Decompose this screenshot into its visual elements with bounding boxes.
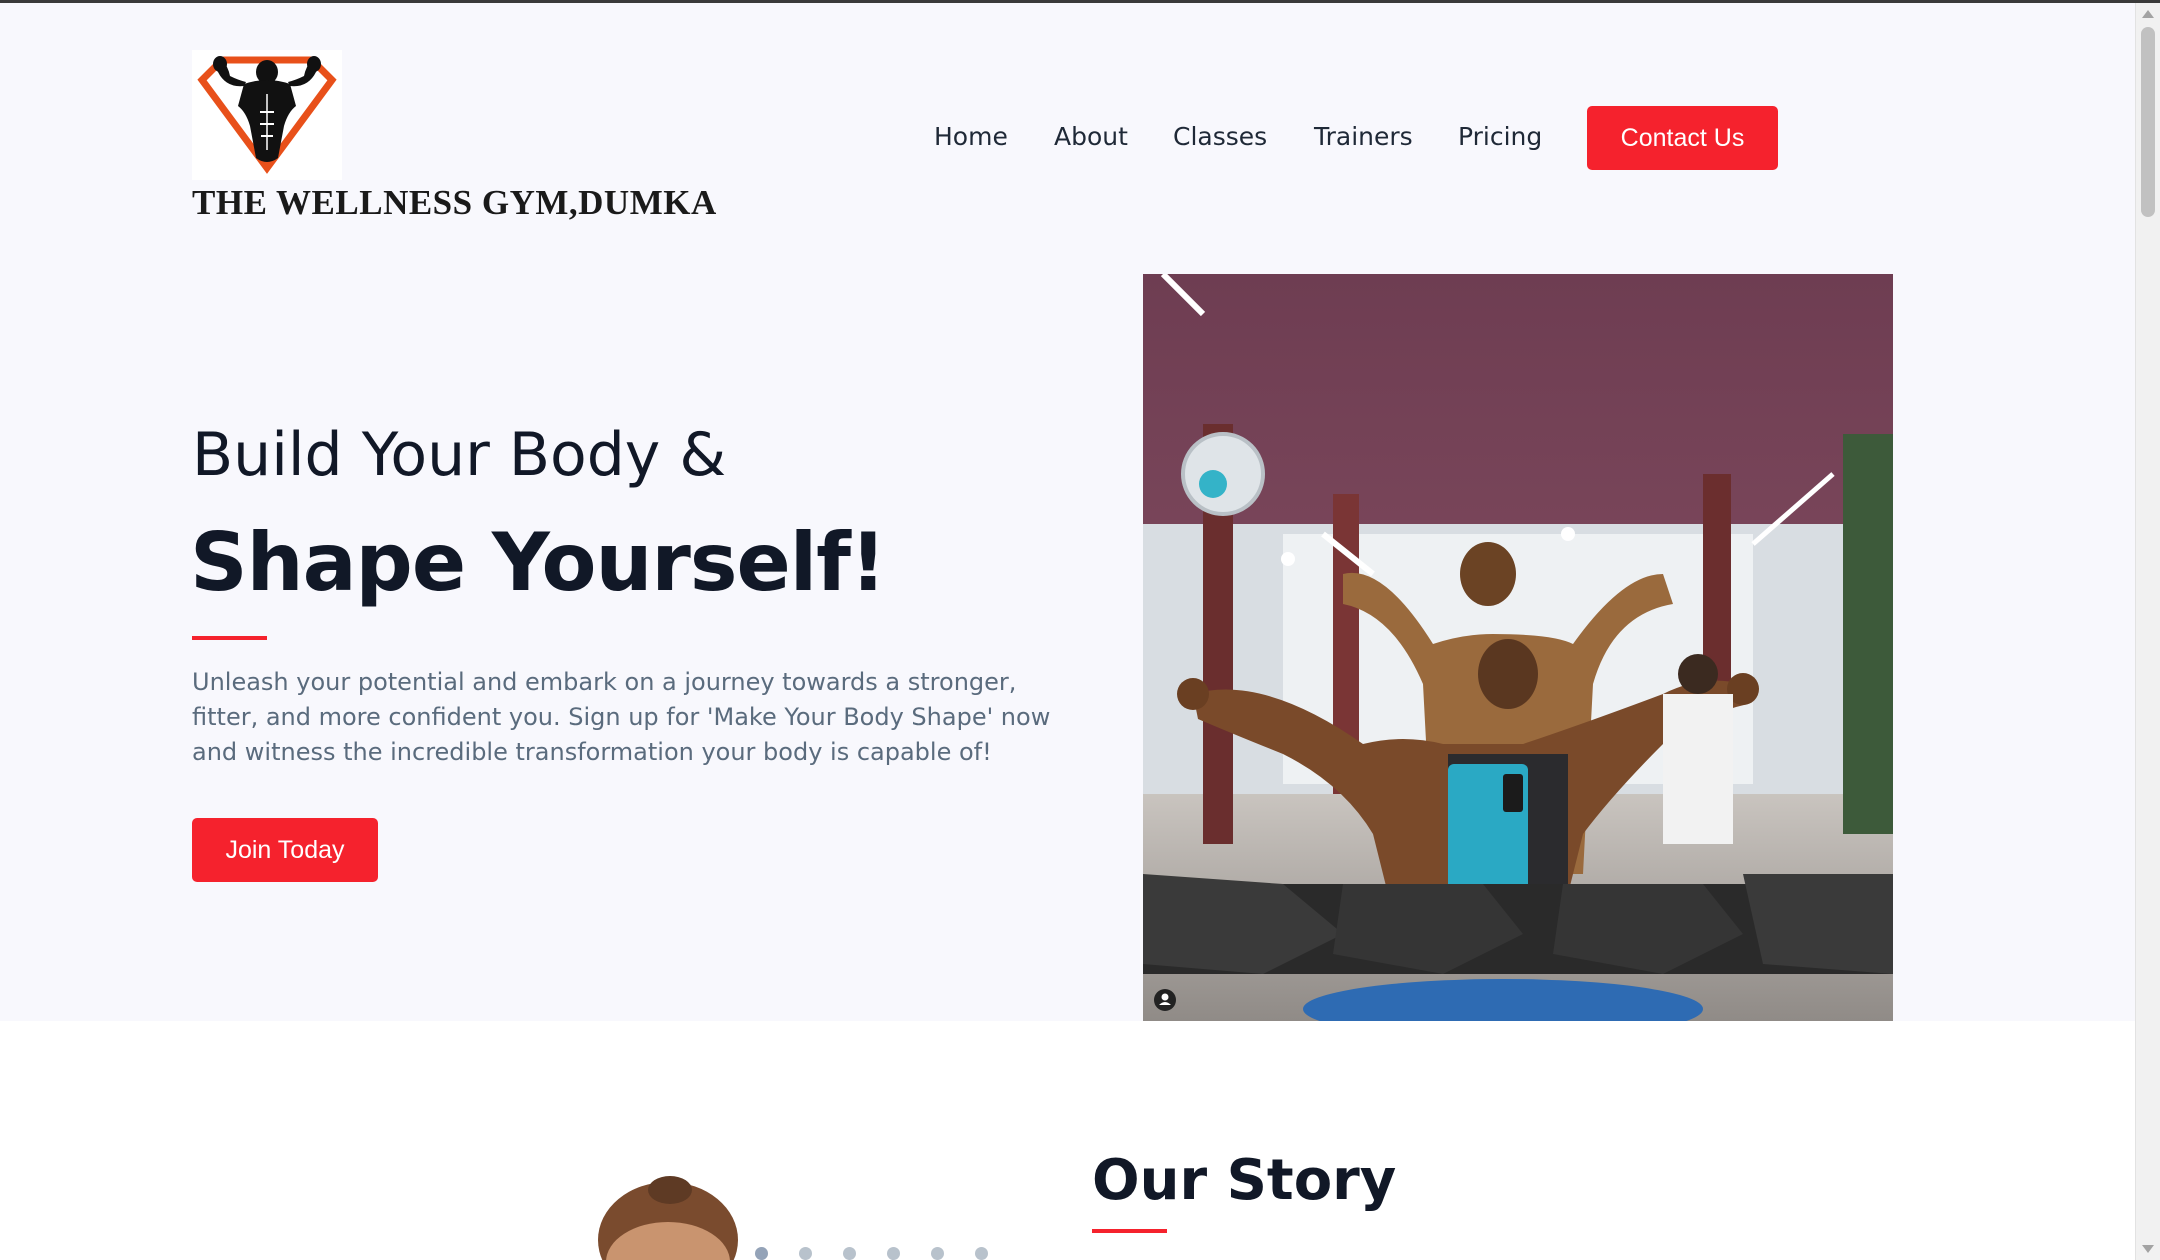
story-heading: Our Story xyxy=(1092,1148,1397,1213)
carousel-dot[interactable] xyxy=(887,1247,900,1260)
hero-description: Unleash your potential and embark on a j… xyxy=(192,668,1051,766)
hero-accent-rule xyxy=(192,636,267,640)
hero-heading: Shape Yourself! xyxy=(190,516,886,609)
gym-selfie-photo xyxy=(1143,274,1893,1021)
trainer-photo xyxy=(560,1170,780,1260)
hero-subheading: Build Your Body & xyxy=(192,420,727,490)
scroll-down-icon[interactable] xyxy=(2142,1245,2154,1253)
scroll-up-icon[interactable] xyxy=(2142,10,2154,18)
gym-logo[interactable] xyxy=(192,50,342,180)
carousel-dot[interactable] xyxy=(799,1247,812,1260)
nav-pricing[interactable]: Pricing xyxy=(1458,122,1542,151)
nav-about[interactable]: About xyxy=(1054,122,1128,151)
join-today-button[interactable]: Join Today xyxy=(192,818,378,882)
nav-trainers[interactable]: Trainers xyxy=(1314,122,1413,151)
brand-name: THE WELLNESS GYM,DUMKA xyxy=(192,183,717,222)
carousel-dot[interactable] xyxy=(755,1247,768,1260)
scroll-thumb[interactable] xyxy=(2141,27,2155,217)
carousel-dot[interactable] xyxy=(931,1247,944,1260)
carousel-dot[interactable] xyxy=(843,1247,856,1260)
contact-us-button[interactable]: Contact Us xyxy=(1587,106,1778,170)
flexing-bodybuilder-icon xyxy=(197,56,337,174)
nav-classes[interactable]: Classes xyxy=(1173,122,1267,151)
story-accent-rule xyxy=(1092,1229,1167,1233)
nav-home[interactable]: Home xyxy=(934,122,1008,151)
page-scrollbar[interactable] xyxy=(2135,3,2160,1260)
carousel-dots xyxy=(755,1247,988,1260)
carousel-dot[interactable] xyxy=(975,1247,988,1260)
